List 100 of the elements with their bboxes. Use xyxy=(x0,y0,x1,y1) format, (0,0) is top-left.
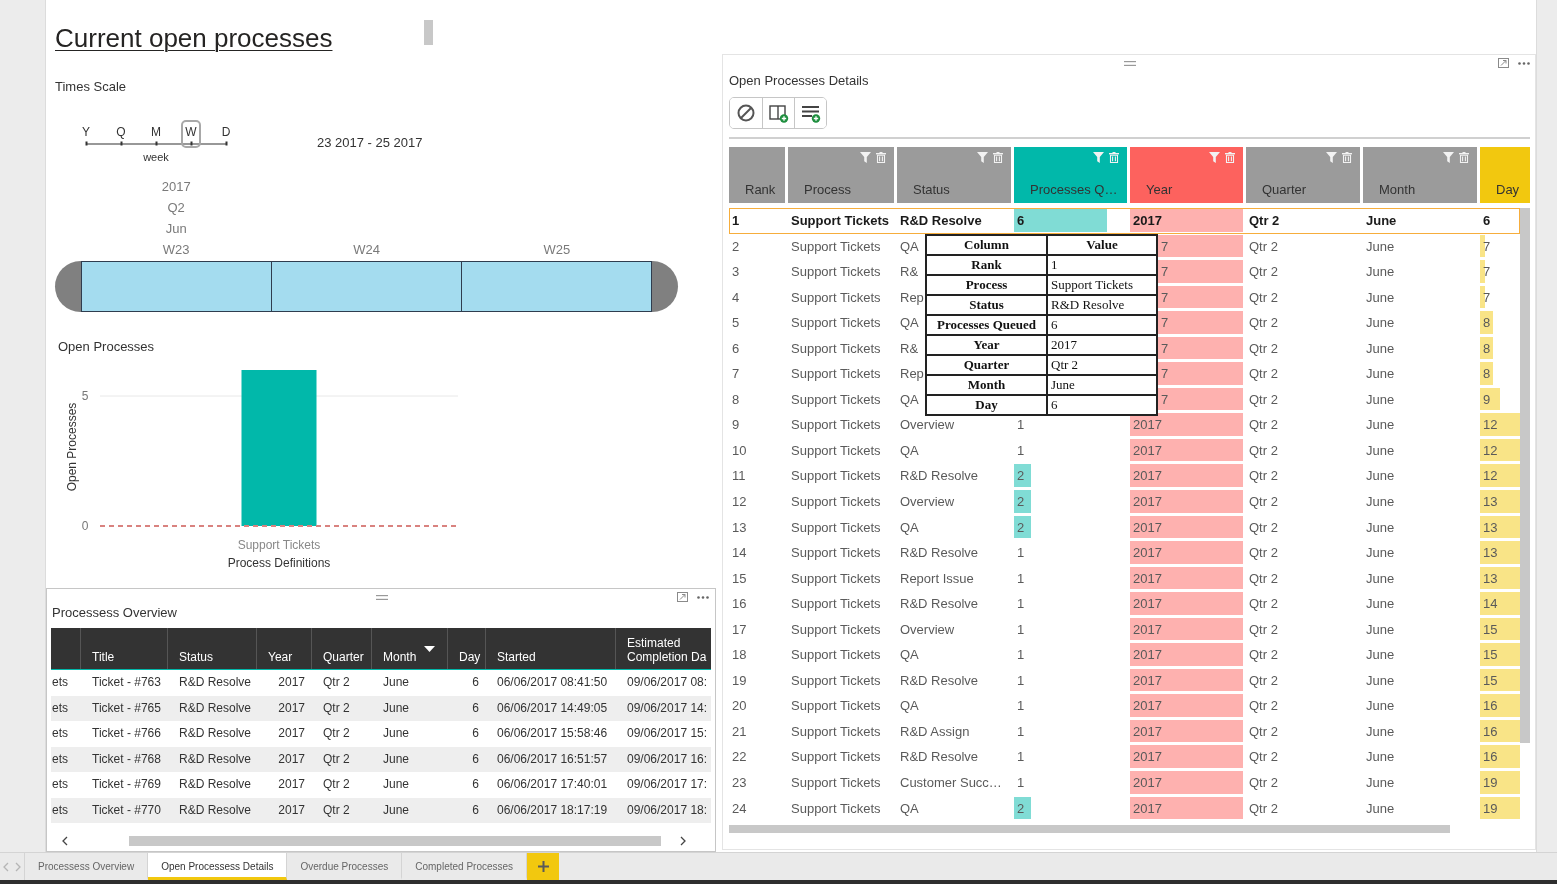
cell-text: 12 xyxy=(1483,441,1498,460)
filter-icon[interactable] xyxy=(1209,152,1220,163)
trash-icon[interactable] xyxy=(1459,152,1469,163)
drag-handle-icon[interactable] xyxy=(1123,60,1136,66)
scrollbar-thumb[interactable] xyxy=(1520,208,1530,743)
cell-text: 2017 xyxy=(1133,212,1162,230)
range-handle[interactable] xyxy=(652,261,678,312)
tooltip-cell: Process xyxy=(926,274,1047,295)
column-header[interactable]: Processes Q… xyxy=(1014,147,1127,203)
more-options-icon[interactable] xyxy=(697,595,709,599)
column-header[interactable]: Month xyxy=(371,628,447,669)
trash-icon[interactable] xyxy=(1109,152,1119,163)
selected-row[interactable]: 1 Support Tickets R&D Resolve 6 2017 Qtr 2 June 6 xyxy=(729,208,1520,234)
cell-text: 17 xyxy=(732,620,747,639)
timeline-period[interactable] xyxy=(81,261,272,312)
timeline-period[interactable] xyxy=(272,261,462,312)
scale-level-button[interactable]: W xyxy=(181,120,201,148)
table-cell-text: ets xyxy=(51,725,69,742)
cell-text: 13 xyxy=(1483,493,1498,511)
column-header[interactable]: Started xyxy=(485,628,615,669)
filter-icon[interactable] xyxy=(977,152,988,163)
cell-text: 2 xyxy=(1017,467,1025,486)
cell-text: 18 xyxy=(732,646,747,665)
add-page-button[interactable] xyxy=(527,853,560,880)
filter-icon[interactable] xyxy=(1093,152,1104,163)
cell-text: 7 xyxy=(1161,390,1169,409)
sort-down-icon[interactable] xyxy=(424,646,436,652)
drag-handle-icon[interactable] xyxy=(376,594,388,600)
expand-icon[interactable] xyxy=(677,592,688,602)
column-header[interactable]: Month xyxy=(1363,147,1477,203)
column-header[interactable]: Quarter xyxy=(311,628,371,669)
trash-icon[interactable] xyxy=(876,152,886,163)
cell-text: QA xyxy=(900,697,919,716)
table-cell-text: 6 xyxy=(471,699,480,717)
cell-text: 7 xyxy=(1161,288,1169,307)
cell-text: 2 xyxy=(1017,493,1025,511)
column-header[interactable]: Process xyxy=(788,147,894,203)
expand-icon[interactable] xyxy=(1498,58,1509,68)
cell-text: 13 xyxy=(1483,518,1498,537)
more-options-icon[interactable] xyxy=(1518,61,1530,65)
column-header[interactable]: Status xyxy=(167,628,256,669)
panel-add-icon[interactable] xyxy=(768,103,789,123)
filter-icon[interactable] xyxy=(1326,152,1337,163)
scrollbar-thumb[interactable] xyxy=(729,825,1450,834)
trash-icon[interactable] xyxy=(1225,152,1235,163)
slash-circle-icon[interactable] xyxy=(737,104,755,122)
trash-icon[interactable] xyxy=(1342,152,1352,163)
column-header[interactable]: Year xyxy=(1130,147,1243,203)
cell-text: Overview xyxy=(900,620,955,639)
scale-level-button[interactable]: Y xyxy=(76,120,96,148)
add-list-button[interactable] xyxy=(794,98,826,128)
table-cell-text: R&D Resolve xyxy=(178,699,253,717)
cell-text: Qtr 2 xyxy=(1249,493,1278,511)
cell-text: 3 xyxy=(732,263,740,282)
scrollbar-thumb[interactable] xyxy=(129,836,661,846)
column-header[interactable]: Quarter xyxy=(1246,147,1360,203)
scrollbar-thumb[interactable] xyxy=(424,20,433,45)
column-header[interactable]: Day xyxy=(1480,147,1530,203)
cell-text: June xyxy=(1366,237,1395,256)
list-add-icon[interactable] xyxy=(800,103,821,123)
scale-level-button[interactable]: M xyxy=(146,120,166,148)
cell-text: 13 xyxy=(1483,569,1498,588)
column-header[interactable]: Year xyxy=(256,628,311,669)
timeline-period[interactable] xyxy=(462,261,652,312)
chevron-right-icon[interactable] xyxy=(680,836,686,846)
column-header[interactable]: Title xyxy=(80,628,167,669)
scale-level-button[interactable]: D xyxy=(216,120,236,148)
table-cell-text: Ticket - #769 xyxy=(91,776,162,793)
range-handle[interactable] xyxy=(55,261,81,312)
cell-text: 2017 xyxy=(1133,620,1162,639)
cell-text: 2017 xyxy=(1133,671,1162,690)
table-cell-text: June xyxy=(382,801,411,819)
tooltip-cell: Support Tickets xyxy=(1047,274,1157,295)
trash-icon[interactable] xyxy=(993,152,1003,163)
cell-text: 16 xyxy=(732,595,747,614)
axis-title: Open Processes xyxy=(65,402,79,492)
cell-text: 1 xyxy=(1017,697,1025,716)
table-cell-text: 2017 xyxy=(277,674,306,691)
column-header[interactable]: Rank xyxy=(729,147,785,203)
table-cell-text: 2017 xyxy=(277,699,306,717)
cell-text: Support Tickets xyxy=(791,390,881,409)
cell-text: 1 xyxy=(1017,774,1025,793)
bar[interactable] xyxy=(241,370,317,526)
filter-icon[interactable] xyxy=(860,152,871,163)
column-header[interactable]: Status xyxy=(897,147,1011,203)
cell-text: 6 xyxy=(732,339,740,358)
plus-icon xyxy=(537,861,549,872)
filter-icon[interactable] xyxy=(1443,152,1454,163)
cell-text: Support Tickets xyxy=(791,441,881,460)
column-header[interactable]: Day xyxy=(447,628,485,669)
cell-text: Support Tickets xyxy=(791,493,881,511)
cell-text: 9 xyxy=(732,416,740,435)
cell-text: 1 xyxy=(732,212,740,230)
cell-text: June xyxy=(1366,441,1395,460)
page-tab[interactable]: Open Processess Details xyxy=(148,853,288,880)
chevron-left-icon[interactable] xyxy=(62,836,68,846)
column-header[interactable]: Estimated Completion Da xyxy=(615,628,711,669)
cell-text: 11 xyxy=(732,467,746,486)
scale-level-button[interactable]: Q xyxy=(111,120,131,148)
cell-text: 2017 xyxy=(1133,697,1162,716)
